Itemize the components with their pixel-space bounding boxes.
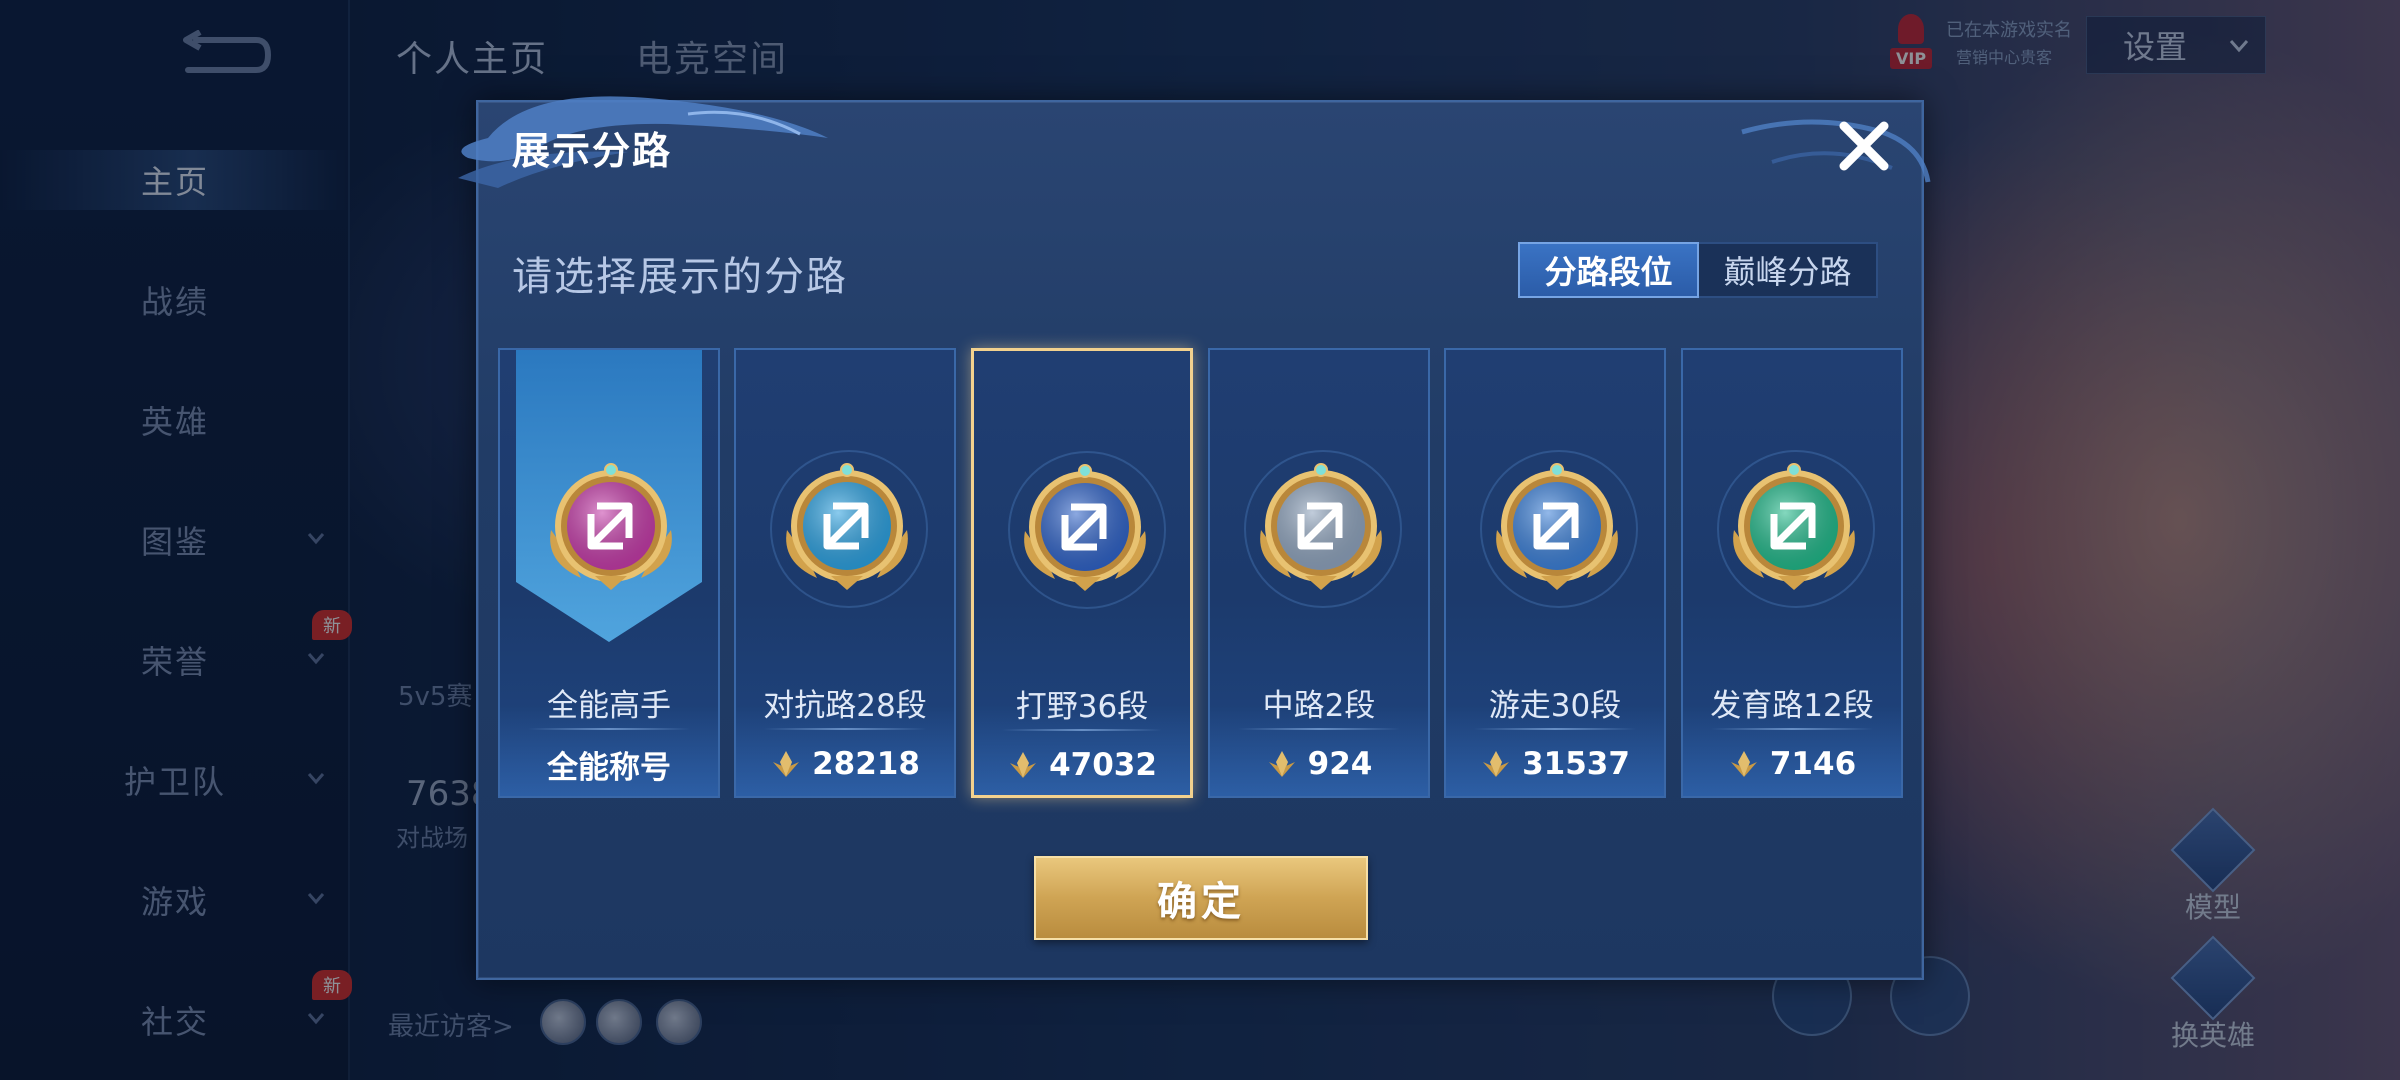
- lane-card-score: 47032: [974, 743, 1190, 787]
- confirm-button[interactable]: 确定: [1034, 856, 1368, 940]
- lane-card-score: 7146: [1683, 742, 1901, 786]
- clash-lane-emblem-icon: [786, 463, 908, 590]
- card-divider: [528, 728, 690, 730]
- dialog-title: 展示分路: [512, 129, 673, 173]
- lane-card-title: 全能高手: [547, 688, 671, 724]
- tab-peak-lane[interactable]: 巅峰分路: [1699, 244, 1876, 296]
- lane-card-score: 31537: [1446, 742, 1664, 786]
- lane-card-title: 游走30段: [1488, 688, 1622, 724]
- card-divider: [1711, 728, 1873, 730]
- card-divider: [1474, 728, 1636, 730]
- card-divider: [1002, 729, 1162, 731]
- lane-card-value: 7146: [1769, 746, 1857, 782]
- lane-card[interactable]: 游走30段 31537: [1444, 348, 1666, 798]
- cloud-ornament-icon: [1741, 119, 1931, 183]
- mid-lane-emblem-icon: [1260, 463, 1382, 590]
- lane-points-icon: [1268, 751, 1295, 777]
- close-icon[interactable]: [1834, 116, 1894, 176]
- lane-points-icon: [1010, 752, 1037, 778]
- lane-card-value: 全能称号: [547, 749, 671, 786]
- lane-card[interactable]: 对抗路28段 28218: [734, 348, 956, 798]
- card-divider: [1238, 728, 1400, 730]
- lane-card-value: 31537: [1522, 746, 1630, 782]
- lane-card[interactable]: 全能高手 全能称号: [498, 348, 720, 798]
- lane-card-title: 打野36段: [1015, 689, 1149, 725]
- lane-points-icon: [1730, 751, 1757, 777]
- lane-card-title: 发育路12段: [1710, 688, 1874, 724]
- lane-card[interactable]: 中路2段 924: [1208, 348, 1430, 798]
- lane-card-value: 28218: [812, 746, 920, 782]
- all-round-emblem-icon: [550, 463, 672, 590]
- lane-card-value: 924: [1307, 746, 1373, 782]
- lane-points-icon: [1483, 751, 1510, 777]
- tab-lane-rank[interactable]: 分路段位: [1518, 242, 1699, 298]
- lane-card[interactable]: 打野36段 47032: [971, 348, 1193, 798]
- lane-card-title: 中路2段: [1262, 688, 1376, 724]
- lane-card-title: 对抗路28段: [763, 688, 927, 724]
- card-divider: [764, 728, 926, 730]
- lane-card[interactable]: 发育路12段 7146: [1681, 348, 1903, 798]
- lane-card-score: 924: [1210, 742, 1428, 786]
- farm-lane-emblem-icon: [1733, 463, 1855, 590]
- lane-card-value: 47032: [1049, 747, 1157, 783]
- lane-card-score: 全能称号: [500, 742, 718, 786]
- lane-points-icon: [773, 751, 800, 777]
- jungle-emblem-icon: [1024, 464, 1146, 591]
- roam-emblem-icon: [1496, 463, 1618, 590]
- show-lane-dialog: 展示分路 请选择展示的分路 分路段位 巅峰分路 全能高手 全能称号 对抗路28段 28…: [458, 96, 1931, 980]
- dialog-subtitle: 请选择展示的分路: [512, 254, 848, 300]
- lane-card-score: 28218: [736, 742, 954, 786]
- lane-type-toggle: 分路段位 巅峰分路: [1518, 242, 1878, 298]
